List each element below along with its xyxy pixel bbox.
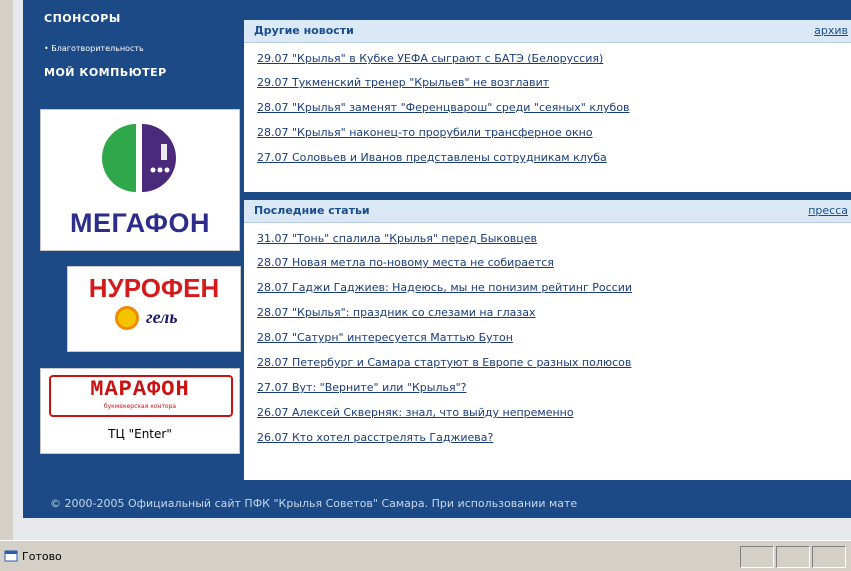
other-news-box: Другие новости архив 29.07 "Крылья" в Ку…: [244, 20, 851, 192]
sun-icon: [118, 309, 136, 327]
article-item[interactable]: 28.07 Петербург и Самара стартуют в Евро…: [257, 356, 631, 369]
other-news-title: Другие новости: [254, 24, 354, 37]
status-panel: [740, 546, 774, 568]
press-link[interactable]: пресса: [808, 204, 848, 217]
status-panel: [776, 546, 810, 568]
article-item[interactable]: 26.07 Алексей Скверняк: знал, что выйду …: [257, 406, 574, 419]
news-item[interactable]: 28.07 "Крылья" наконец-то прорубили тран…: [257, 126, 593, 139]
sidebar: СПОНСОРЫ • Благотворительность МОЙ КОМПЬ…: [36, 0, 241, 490]
news-item[interactable]: 29.07 Тукменский тренер "Крыльев" не воз…: [257, 76, 549, 89]
marathon-sub-text: букмекерская контора: [103, 403, 177, 410]
article-item[interactable]: 28.07 Гаджи Гаджиев: Надеюсь, мы не пони…: [257, 281, 632, 294]
news-item[interactable]: 27.07 Соловьев и Иванов представлены сот…: [257, 151, 607, 164]
archive-link[interactable]: архив: [814, 24, 848, 37]
nurofen-banner[interactable]: НУРОФЕН гель: [67, 266, 241, 352]
article-item[interactable]: 26.07 Кто хотел расстрелять Гаджиева?: [257, 431, 493, 444]
article-item[interactable]: 28.07 "Крылья": праздник со слезами на г…: [257, 306, 536, 319]
sponsors-heading: СПОНСОРЫ: [44, 12, 121, 25]
latest-articles-title: Последние статьи: [254, 204, 370, 217]
marathon-logo-text: МАРАФОН: [90, 377, 190, 402]
megafon-banner[interactable]: МЕГАФОН: [40, 109, 240, 251]
latest-articles-box: Последние статьи пресса 31.07 "Тонь" спа…: [244, 200, 851, 480]
megafon-logo-text: МЕГАФОН: [70, 208, 210, 238]
article-item[interactable]: 31.07 "Тонь" спалила "Крылья" перед Быко…: [257, 232, 537, 245]
page-icon: [4, 550, 18, 562]
content-area: Другие новости архив 29.07 "Крылья" в Ку…: [241, 12, 851, 488]
news-item[interactable]: 28.07 "Крылья" заменят "Ференцварош" сре…: [257, 101, 630, 114]
article-item[interactable]: 27.07 Вут: "Верните" или "Крылья"?: [257, 381, 466, 394]
status-text: Готово: [22, 550, 62, 563]
article-item[interactable]: 28.07 Новая метла по-новому места не соб…: [257, 256, 554, 269]
browser-statusbar: Готово: [0, 540, 851, 571]
article-item[interactable]: 28.07 "Сатурн" интересуется Маттью Бутон: [257, 331, 513, 344]
nurofen-logo-text: НУРОФЕН: [88, 273, 220, 303]
nurofen-sub-text: гель: [146, 307, 178, 327]
status-panel: [812, 546, 846, 568]
latest-articles-header: Последние статьи пресса: [244, 200, 851, 223]
charity-link[interactable]: • Благотворительность: [44, 44, 144, 53]
other-news-header: Другие новости архив: [244, 20, 851, 43]
window-frame-left: [0, 0, 14, 540]
marathon-banner[interactable]: МАРАФОН букмекерская контора ТЦ "Enter": [40, 368, 240, 454]
mycomputer-heading[interactable]: МОЙ КОМПЬЮТЕР: [44, 66, 167, 79]
news-item[interactable]: 29.07 "Крылья" в Кубке УЕФА сыграют с БА…: [257, 52, 603, 65]
footer-copyright: © 2000-2005 Официальный сайт ПФК "Крылья…: [50, 497, 578, 510]
marathon-caption: ТЦ "Enter": [108, 427, 172, 441]
